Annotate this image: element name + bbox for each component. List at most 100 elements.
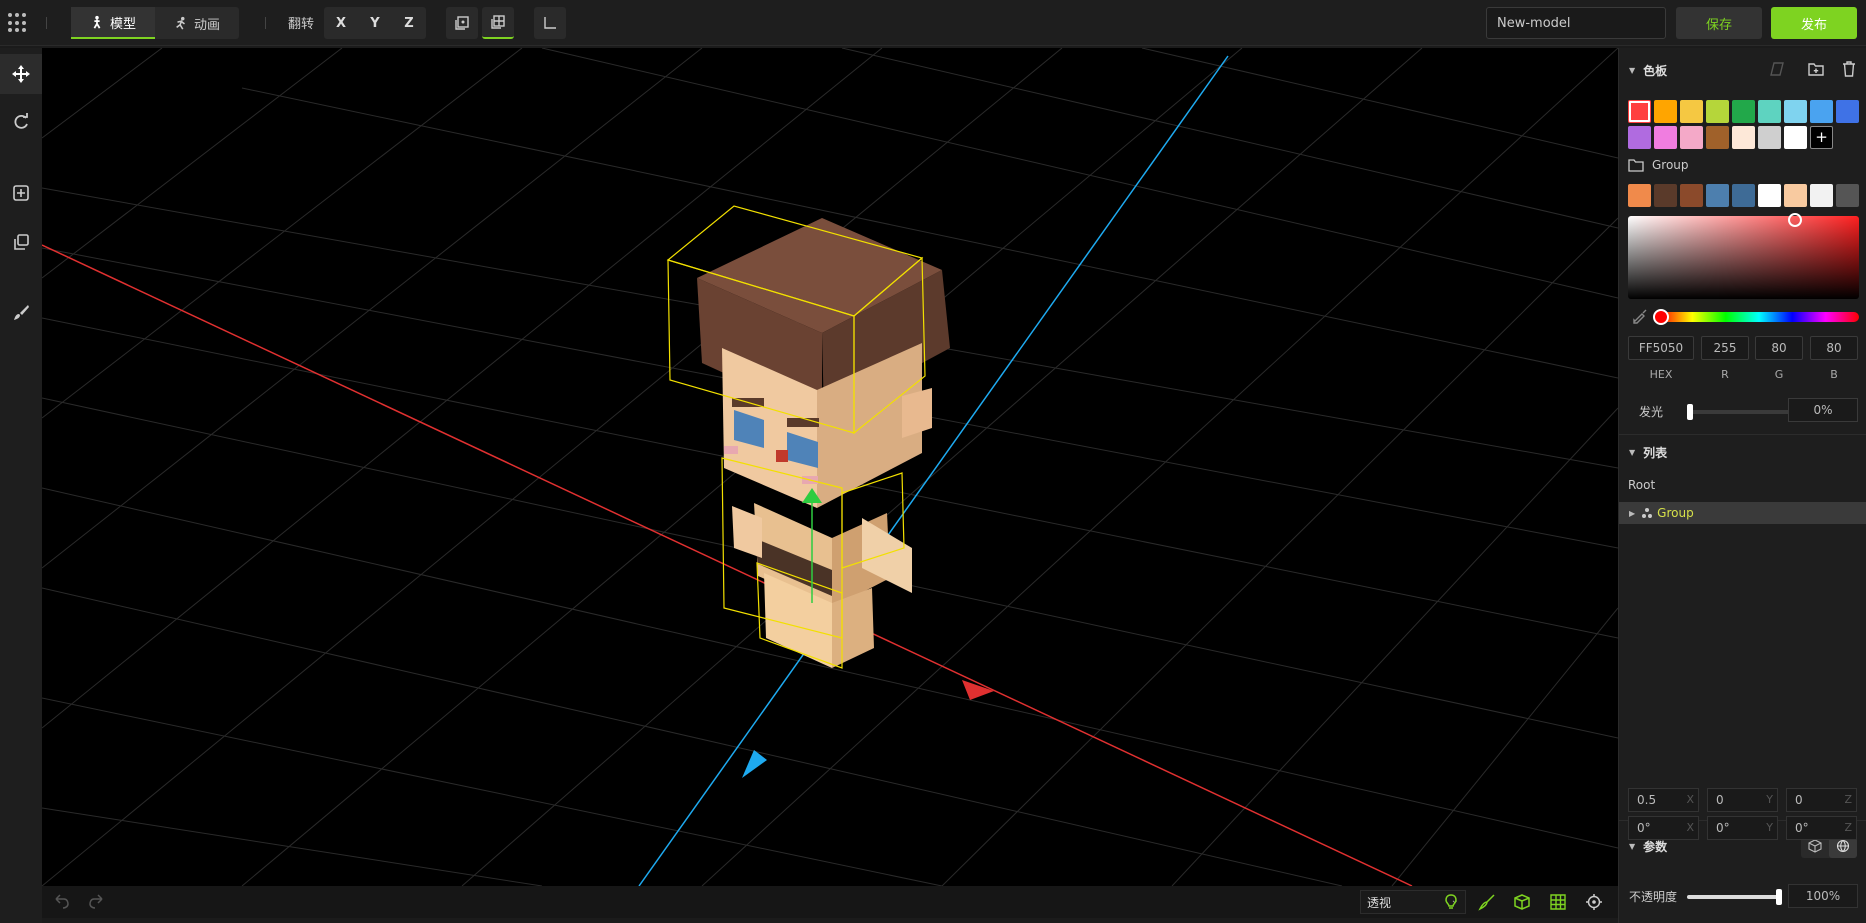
color-swatch[interactable]: [1732, 100, 1755, 123]
palette-section-header[interactable]: ▼ 色板: [1619, 55, 1866, 85]
person-icon: [93, 15, 101, 29]
flip-label: 翻转: [288, 17, 315, 32]
g-input[interactable]: 80: [1755, 336, 1803, 360]
color-swatch[interactable]: [1810, 100, 1833, 123]
folder-add-icon: [1808, 63, 1824, 76]
hue-slider-handle[interactable]: [1653, 309, 1669, 325]
group-color-swatch[interactable]: [1758, 184, 1781, 207]
new-palette-button[interactable]: [1806, 59, 1826, 79]
model-name-input[interactable]: [1486, 7, 1666, 39]
apps-grid-icon[interactable]: [8, 13, 28, 33]
color-swatch[interactable]: [1628, 126, 1651, 149]
group-palette-row: [1628, 184, 1859, 207]
axis-tool-button[interactable]: [534, 7, 566, 39]
position-z-input[interactable]: 0Z: [1786, 788, 1857, 812]
group-color-swatch[interactable]: [1810, 184, 1833, 207]
paint-mode-toggle[interactable]: [1478, 893, 1496, 911]
list-section-header[interactable]: ▼ 列表: [1619, 437, 1866, 467]
picker-handle[interactable]: [1788, 213, 1802, 227]
lighting-toggle[interactable]: [1442, 893, 1460, 911]
redo-button[interactable]: [88, 893, 106, 911]
add-square-icon: [13, 185, 29, 201]
group-color-swatch[interactable]: [1706, 184, 1729, 207]
b-input[interactable]: 80: [1810, 336, 1858, 360]
glow-value-input[interactable]: 0%: [1788, 398, 1858, 422]
divider: [265, 17, 266, 29]
opacity-slider[interactable]: [1687, 889, 1782, 905]
cube-icon: [1808, 839, 1822, 853]
group-palette-header[interactable]: Group: [1628, 158, 1689, 172]
color-swatch[interactable]: [1732, 126, 1755, 149]
pivot-tool-button[interactable]: [446, 7, 478, 39]
group-color-swatch[interactable]: [1836, 184, 1859, 207]
cube-view-toggle[interactable]: [1513, 893, 1531, 911]
tree-group-item[interactable]: ▶ Group: [1619, 502, 1866, 524]
glow-slider[interactable]: [1687, 404, 1797, 420]
mode-animation-label: 动画: [193, 17, 220, 33]
grid-icon: [1550, 894, 1566, 910]
position-x-input[interactable]: 0.5 X: [1628, 788, 1699, 812]
save-button[interactable]: 保存: [1676, 7, 1762, 39]
hue-slider[interactable]: [1653, 309, 1859, 325]
expand-triangle-icon[interactable]: ▶: [1629, 509, 1635, 518]
color-swatch[interactable]: [1758, 126, 1781, 149]
saturation-value-picker[interactable]: [1628, 213, 1859, 299]
tree-root-item[interactable]: Root: [1628, 478, 1655, 492]
3d-viewport[interactable]: [42, 48, 1618, 886]
group-color-swatch[interactable]: [1654, 184, 1677, 207]
r-input[interactable]: 255: [1701, 336, 1749, 360]
group-color-swatch[interactable]: [1784, 184, 1807, 207]
rotate-tool-button[interactable]: [0, 102, 42, 142]
crosshair-icon: [1586, 894, 1602, 910]
color-swatch[interactable]: [1836, 100, 1859, 123]
flip-y-button[interactable]: Y: [358, 7, 392, 39]
paint-tool-button[interactable]: [0, 293, 42, 333]
color-swatch[interactable]: [1784, 126, 1807, 149]
hex-input[interactable]: FF5050: [1628, 336, 1694, 360]
eyedropper-button[interactable]: [1631, 307, 1649, 329]
rotation-z-input[interactable]: 0° Z: [1786, 816, 1857, 840]
color-swatch[interactable]: [1680, 100, 1703, 123]
color-swatch[interactable]: [1784, 100, 1807, 123]
top-toolbar: 模型 动画 翻转 X Y Z 保存 发布: [0, 0, 1866, 46]
rotation-x-input[interactable]: 0° X: [1628, 816, 1699, 840]
opacity-value-input[interactable]: 100%: [1788, 884, 1858, 908]
brush-icon: [14, 305, 29, 320]
position-y-input[interactable]: 0Y: [1707, 788, 1778, 812]
axis-z-label: Z: [1844, 793, 1852, 806]
color-swatch[interactable]: [1654, 100, 1677, 123]
delete-palette-button[interactable]: [1839, 59, 1859, 79]
group-nodes-icon: [1642, 508, 1653, 518]
scene-canvas: [42, 48, 1618, 886]
move-tool-button[interactable]: [0, 54, 42, 94]
flip-z-button[interactable]: Z: [392, 7, 426, 39]
palette-mode-button[interactable]: [1767, 59, 1787, 79]
add-part-button[interactable]: [0, 173, 42, 213]
color-swatch[interactable]: [1680, 126, 1703, 149]
flip-axis-group: X Y Z: [324, 7, 426, 39]
publish-button[interactable]: 发布: [1771, 7, 1857, 39]
rotation-y-input[interactable]: 0° Y: [1707, 816, 1778, 840]
focus-center-button[interactable]: [1585, 893, 1603, 911]
color-swatch[interactable]: [1654, 126, 1677, 149]
flip-x-button[interactable]: X: [324, 7, 358, 39]
group-color-swatch[interactable]: [1732, 184, 1755, 207]
color-swatch[interactable]: [1628, 100, 1651, 123]
group-color-swatch[interactable]: [1628, 184, 1651, 207]
color-swatch[interactable]: [1706, 100, 1729, 123]
glow-slider-handle[interactable]: [1687, 404, 1693, 420]
add-color-button[interactable]: +: [1810, 126, 1833, 149]
opacity-slider-handle[interactable]: [1776, 889, 1782, 905]
group-color-swatch[interactable]: [1680, 184, 1703, 207]
params-title: 参数: [1643, 839, 1668, 854]
color-swatch[interactable]: [1758, 100, 1781, 123]
color-swatch[interactable]: [1706, 126, 1729, 149]
mode-model-tab[interactable]: 模型: [71, 7, 155, 39]
divider: [46, 17, 47, 29]
grid-toggle[interactable]: [1549, 893, 1567, 911]
duplicate-button[interactable]: [0, 222, 42, 262]
box-axis-icon: [455, 16, 469, 30]
mode-animation-tab[interactable]: 动画: [155, 7, 239, 39]
undo-button[interactable]: [52, 893, 70, 911]
grid-tool-button[interactable]: [482, 7, 514, 39]
